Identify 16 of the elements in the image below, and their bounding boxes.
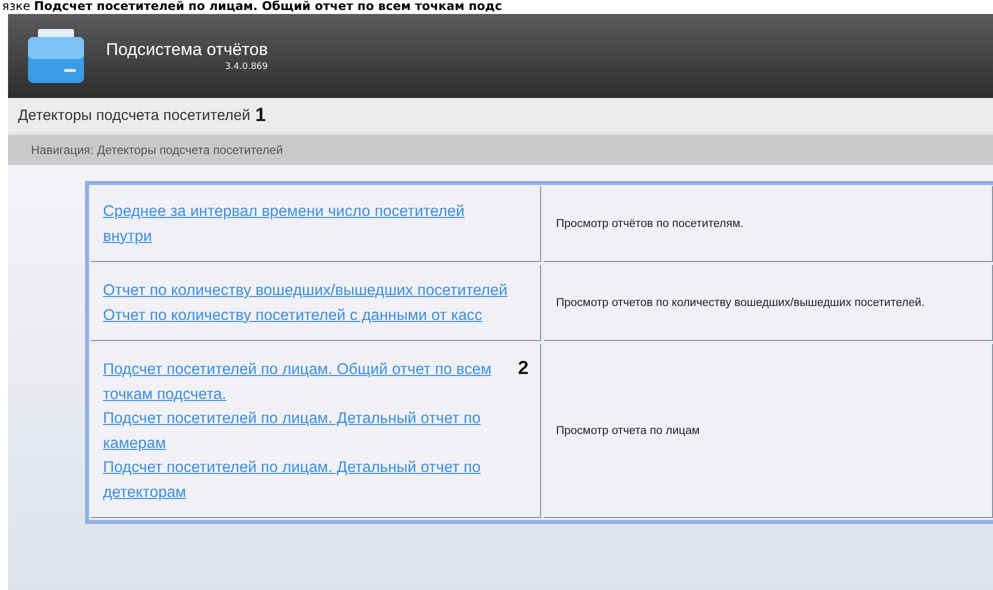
report-link[interactable]: Отчет по количеству посетителей с данными от касс — [103, 304, 482, 328]
report-link[interactable]: Подсчет посетителей по лицам. Общий отчет по всем точкам подсчета. — [103, 358, 508, 407]
report-description: Просмотр отчётов по посетителям. — [556, 216, 744, 230]
report-description: Просмотр отчета по лицам — [556, 424, 700, 438]
app-title: Подсистема отчётов — [106, 40, 268, 60]
report-link[interactable]: Среднее за интервал времени число посетителей внутри — [103, 200, 508, 249]
report-link[interactable]: Подсчет посетителей по лицам. Детальный отчет по камерам — [103, 407, 508, 456]
callout-number: 2 — [518, 358, 529, 380]
document-caption: язке Подсчет посетителей по лицам. Общий отчет по всем точкам подс — [1, 0, 503, 14]
breadcrumb: Навигация: Детекторы подсчета посетителей — [31, 143, 283, 157]
report-link[interactable]: Подсчет посетителей по лицам. Детальный отчет по детекторам — [103, 456, 508, 505]
report-description: Просмотр отчетов по количеству вошедших/вышедших посетителей. — [556, 296, 924, 310]
page-title: Детекторы подсчета посетителей — [18, 107, 250, 124]
callout-number: 1 — [255, 104, 266, 126]
report-link[interactable]: Отчет по количеству вошедших/вышедших посетителей — [103, 279, 508, 304]
version-label: 3.4.0.869 — [224, 62, 268, 72]
